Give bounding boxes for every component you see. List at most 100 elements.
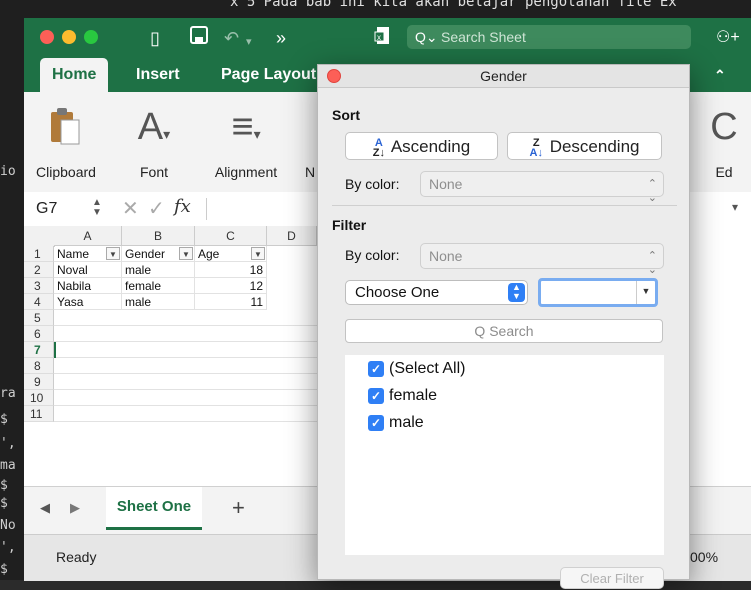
header-cell-gender[interactable]: Gender ▼	[122, 246, 195, 262]
next-sheet-icon[interactable]: ▶	[70, 500, 80, 516]
sort-heading: Sort	[332, 107, 360, 123]
filter-dropdown-icon[interactable]: ▼	[251, 247, 265, 260]
row-header[interactable]: 3	[24, 278, 54, 294]
enter-icon[interactable]: ✓	[148, 196, 165, 221]
row-header[interactable]: 1	[24, 246, 54, 262]
terminal-fragment: io	[0, 164, 16, 179]
filter-search-input[interactable]: Q Search	[345, 319, 663, 343]
list-item-label: female	[389, 387, 438, 404]
condition-value-input[interactable]: ▼	[538, 278, 658, 307]
filter-sort-dialog: Gender Sort A Z↓ Ascending Z A↓ Descending…	[317, 64, 690, 589]
condition-select[interactable]: Choose One ▲ ▼	[345, 280, 528, 305]
title-bar: ▯ ↶ ▾ » x Q⌄ Search Sheet ⚇+	[24, 18, 751, 58]
table-cell[interactable]: male	[122, 262, 195, 278]
search-placeholder: Search Sheet	[441, 29, 526, 45]
filter-dropdown-icon[interactable]: ▼	[106, 247, 120, 260]
row-header[interactable]: 6	[24, 326, 54, 342]
row-header-selected[interactable]: 7	[24, 342, 54, 358]
dialog-title-bar: Gender	[318, 65, 689, 88]
checkbox-checked-icon[interactable]: ✓	[368, 360, 384, 377]
row-header[interactable]: 2	[24, 262, 54, 278]
cell-text: Gender	[125, 247, 166, 261]
sidebar-icon[interactable]: ▯	[150, 26, 160, 50]
editing-group[interactable]: C Ed	[704, 92, 744, 192]
list-item-label: male	[389, 414, 424, 431]
checkbox-checked-icon[interactable]: ✓	[368, 387, 384, 404]
font-label: Font	[139, 164, 168, 180]
select-all-corner[interactable]	[24, 226, 55, 247]
empty-rows[interactable]	[54, 310, 317, 422]
close-window-button[interactable]	[40, 30, 54, 44]
table-cell[interactable]: 12	[195, 278, 267, 294]
table-cell[interactable]: Nabila	[54, 278, 122, 294]
list-item-select-all[interactable]: ✓ (Select All)	[368, 359, 465, 379]
search-sheet-input[interactable]: Q⌄ Search Sheet	[407, 25, 691, 49]
chevron-down-icon[interactable]: ▼	[636, 281, 655, 304]
list-item-female[interactable]: ✓ female	[368, 386, 437, 406]
expand-formula-icon[interactable]: ▾	[732, 200, 738, 214]
table-cell[interactable]: male	[122, 294, 195, 310]
name-box-stepper-icon[interactable]: ▲ ▼	[92, 198, 102, 218]
condition-value: Choose One	[355, 284, 440, 301]
more-toolbar-icon[interactable]: »	[276, 26, 286, 50]
descending-label: Descending	[549, 137, 640, 156]
chevron-updown-icon: ⌃ ⌄	[647, 178, 657, 204]
header-cell-age[interactable]: Age ▼	[195, 246, 267, 262]
table-cell[interactable]: Noval	[54, 262, 122, 278]
undo-dropdown-icon[interactable]: ▾	[246, 30, 252, 54]
tab-home[interactable]: Home	[40, 58, 109, 92]
table-cell[interactable]: Yasa	[54, 294, 122, 310]
zoom-level[interactable]: 00%	[690, 549, 718, 565]
row-header[interactable]: 4	[24, 294, 54, 310]
column-header[interactable]: A	[54, 226, 122, 246]
add-user-icon[interactable]: ⚇+	[716, 26, 740, 50]
editing-label: Ed	[715, 164, 733, 180]
checkbox-checked-icon[interactable]: ✓	[368, 414, 384, 431]
row-header[interactable]: 11	[24, 406, 54, 422]
editing-icon: C	[710, 106, 738, 148]
table-cell[interactable]: female	[122, 278, 195, 294]
row-header[interactable]: 9	[24, 374, 54, 390]
column-header[interactable]: D	[267, 226, 317, 246]
table-cell[interactable]: 18	[195, 262, 267, 278]
list-item-label: (Select All)	[389, 360, 466, 377]
close-dialog-button[interactable]	[327, 69, 341, 83]
save-icon[interactable]	[190, 26, 208, 50]
sort-ascending-icon: A Z↓	[372, 136, 386, 159]
header-cell-name[interactable]: Name ▼	[54, 246, 122, 262]
row-header[interactable]: 8	[24, 358, 54, 374]
clipboard-group[interactable]: Clipboard	[28, 92, 104, 192]
undo-icon[interactable]: ↶	[224, 26, 239, 50]
column-header[interactable]: B	[122, 226, 195, 246]
share-workbook-icon[interactable]: x	[374, 26, 392, 52]
add-sheet-button[interactable]: +	[232, 495, 245, 521]
filter-dropdown-icon[interactable]: ▼	[179, 247, 193, 260]
previous-sheet-icon[interactable]: ◀	[40, 500, 50, 516]
function-icon[interactable]: fx	[174, 196, 191, 217]
sort-by-color-select: None ⌃ ⌄	[420, 171, 664, 204]
sort-descending-button[interactable]: Z A↓ Descending	[507, 132, 662, 160]
name-box[interactable]: G7	[36, 192, 57, 226]
minimize-window-button[interactable]	[62, 30, 76, 44]
list-item-male[interactable]: ✓ male	[368, 413, 424, 433]
tab-insert[interactable]: Insert	[136, 58, 180, 92]
search-placeholder: Search	[489, 323, 534, 339]
clear-filter-button[interactable]: Clear Filter	[560, 567, 664, 589]
column-header[interactable]: C	[195, 226, 267, 246]
sort-ascending-button[interactable]: A Z↓ Ascending	[345, 132, 498, 160]
collapse-ribbon-icon[interactable]: ⌃	[714, 58, 726, 92]
row-header[interactable]: 5	[24, 310, 54, 326]
zoom-window-button[interactable]	[84, 30, 98, 44]
table-cell[interactable]: 11	[195, 294, 267, 310]
sort-by-color-value: None	[429, 176, 463, 192]
font-group[interactable]: A▾ Font	[114, 92, 194, 192]
alignment-group[interactable]: ≡▾ Alignment	[202, 92, 290, 192]
status-text: Ready	[56, 549, 97, 565]
row-header[interactable]: 10	[24, 390, 54, 406]
terminal-fragment: ',	[0, 540, 16, 555]
tab-page-layout[interactable]: Page Layout	[221, 58, 316, 92]
font-icon: A▾	[137, 106, 171, 148]
sheet-tab[interactable]: Sheet One	[106, 487, 202, 530]
chevron-updown-icon: ▲ ▼	[508, 283, 525, 302]
cancel-icon[interactable]: ✕	[122, 196, 139, 221]
